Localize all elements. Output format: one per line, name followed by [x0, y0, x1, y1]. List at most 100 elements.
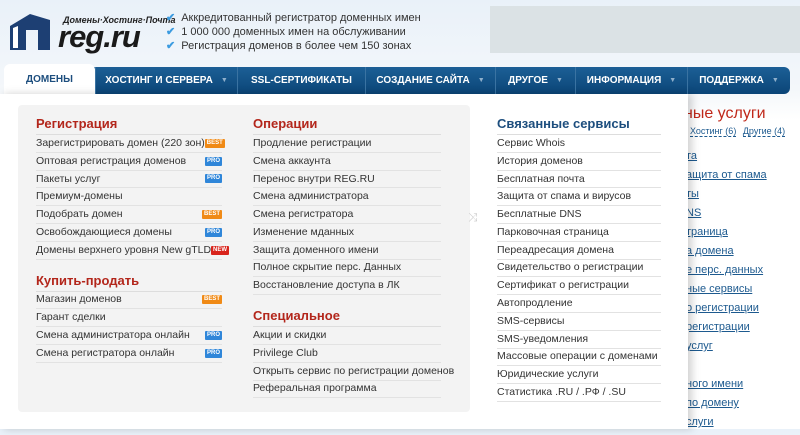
- badge-pro-icon: PRO: [204, 331, 222, 341]
- menu-item[interactable]: Открыть сервис по регистрации доменов: [253, 363, 454, 381]
- menu-item[interactable]: SMS-уведомления: [497, 331, 661, 349]
- background-link[interactable]: а домена: [686, 245, 767, 264]
- nav-tab-0[interactable]: ДОМЕНЫ: [4, 64, 95, 94]
- menu-item-label: Премиум-домены: [36, 190, 123, 203]
- nav-tab-5[interactable]: ИНФОРМАЦИЯ ▼: [575, 67, 687, 94]
- nav-tab-label: ДРУГОЕ: [508, 75, 548, 86]
- menu-item[interactable]: Изменение мданных: [253, 224, 441, 242]
- nav-tab-6[interactable]: ПОДДЕРЖКА ▼: [687, 67, 790, 94]
- menu-item[interactable]: Зарегистрировать домен (220 зон) BEST: [36, 135, 225, 153]
- menu-item[interactable]: Перенос внутри REG.RU: [253, 171, 441, 189]
- nav-tab-4[interactable]: ДРУГОЕ ▼: [495, 67, 575, 94]
- menu-item-label: Зарегистрировать домен (220 зон): [36, 136, 205, 149]
- feature-item: ✔ Аккредитованный регистратор доменных им…: [166, 12, 421, 24]
- check-icon: ✔: [166, 40, 176, 52]
- background-link[interactable]: ные сервисы: [686, 283, 767, 302]
- menu-item[interactable]: Защита от спама и вирусов: [497, 188, 661, 207]
- menu-item-label: Юридические услуги: [497, 368, 599, 381]
- menu-item[interactable]: Парковочная страница: [497, 224, 661, 242]
- chevron-down-icon: ▼: [771, 77, 779, 84]
- menu-item[interactable]: Смена администратора онлайн PRO: [36, 327, 222, 345]
- menu-item[interactable]: Privilege Club: [253, 345, 441, 363]
- menu-item[interactable]: Полное скрытие перс. Данных: [253, 260, 441, 278]
- menu-item[interactable]: Статистика .RU / .РФ / .SU: [497, 384, 661, 402]
- nav-tab-2[interactable]: SSL-СЕРТИФИКАТЫ: [237, 67, 365, 94]
- check-icon: ✔: [166, 26, 176, 38]
- background-link[interactable]: траница: [686, 226, 767, 245]
- menu-item[interactable]: История доменов: [497, 153, 661, 171]
- nav-tab-3[interactable]: СОЗДАНИЕ САЙТА ▼: [365, 67, 495, 94]
- nav-tab-1[interactable]: ХОСТИНГ И СЕРВЕРА ▼: [95, 67, 237, 94]
- menu-item-label: Смена регистратора онлайн: [36, 346, 175, 359]
- chevron-down-icon: ▼: [555, 77, 563, 84]
- menu-item[interactable]: Автопродление: [497, 295, 661, 313]
- operations-column: Операции Продление регистрации Смена акка…: [253, 115, 454, 399]
- shuffle-icon: ⤨: [468, 210, 478, 224]
- background-link[interactable]: та: [686, 150, 767, 169]
- menu-item[interactable]: Защита доменного имени: [253, 242, 441, 260]
- menu-item[interactable]: Освобождающиеся домены PRO: [36, 224, 222, 242]
- menu-item-label: Пакеты услуг: [36, 172, 101, 185]
- menu-item-label: Статистика .RU / .РФ / .SU: [497, 386, 626, 399]
- feature-item: ✔ 1 000 000 доменных имен на обслуживании: [166, 26, 406, 38]
- menu-item-label: Домены верхнего уровня New gTLD: [36, 243, 212, 256]
- menu-item[interactable]: Оптовая регистрация доменов PRO: [36, 153, 222, 171]
- menu-item[interactable]: Подобрать домен BEST: [36, 206, 222, 224]
- menu-item-label: Реферальная программа: [253, 382, 377, 395]
- menu-item-label: Защита доменного имени: [253, 243, 379, 256]
- background-link[interactable]: [686, 359, 767, 378]
- menu-item[interactable]: Смена регистратора онлайн PRO: [36, 345, 222, 363]
- related-column: Связанные сервисы Сервис Whois История до…: [497, 115, 661, 402]
- menu-item[interactable]: Смена регистратора: [253, 206, 441, 224]
- menu-item[interactable]: Переадресация домена: [497, 242, 661, 260]
- background-link[interactable]: ного имени: [686, 378, 767, 397]
- filter-hosting[interactable]: Хостинг (6): [690, 126, 737, 137]
- menu-item[interactable]: Домены верхнего уровня New gTLD NEW: [36, 242, 230, 260]
- menu-item[interactable]: Восстановление доступа в ЛК: [253, 277, 441, 296]
- menu-item-label: Продление регистрации: [253, 136, 372, 149]
- menu-item[interactable]: Свидетельство о регистрации: [497, 260, 661, 278]
- menu-item-label: Смена администратора онлайн: [36, 329, 190, 342]
- background-link[interactable]: о регистрации: [686, 302, 767, 321]
- menu-item[interactable]: Бесплатные DNS: [497, 206, 661, 224]
- menu-item-label: Парковочная страница: [497, 225, 609, 238]
- menu-item[interactable]: Реферальная программа: [253, 381, 441, 399]
- menu-item[interactable]: Продление регистрации: [253, 135, 441, 153]
- background-link[interactable]: ащита от спама: [686, 169, 767, 188]
- background-link[interactable]: услуг: [686, 340, 767, 359]
- menu-item[interactable]: Смена администратора: [253, 188, 441, 207]
- nav-tab-label: ХОСТИНГ И СЕРВЕРА: [105, 75, 213, 86]
- background-link[interactable]: по домену: [686, 397, 767, 416]
- background-link[interactable]: ты: [686, 188, 767, 207]
- background-link[interactable]: регистрации: [686, 321, 767, 340]
- menu-item-label: Свидетельство о регистрации: [497, 261, 644, 274]
- menu-item[interactable]: Премиум-домены: [36, 188, 222, 207]
- menu-item-label: Privilege Club: [253, 346, 318, 359]
- menu-item[interactable]: Смена аккаунта: [253, 153, 441, 171]
- badge-new-icon: NEW: [211, 245, 230, 255]
- menu-item[interactable]: Гарант сделки: [36, 309, 222, 328]
- menu-item[interactable]: Массовые операции с доменами: [497, 349, 661, 367]
- background-link[interactable]: слуги: [686, 416, 767, 435]
- menu-item[interactable]: Магазин доменов BEST: [36, 292, 222, 310]
- menu-item-label: SMS-сервисы: [497, 314, 565, 327]
- chevron-down-icon: ▼: [477, 77, 485, 84]
- menu-item[interactable]: Бесплатная почта: [497, 171, 661, 189]
- menu-item-label: Бесплатные DNS: [497, 208, 582, 221]
- background-link[interactable]: е перс. данных: [686, 264, 767, 283]
- logo[interactable]: Домены·Хостинг·Почта reg.ru: [8, 10, 175, 52]
- menu-item-label: Сертификат о регистрации: [497, 279, 629, 292]
- filter-other[interactable]: Другие (4): [742, 126, 786, 137]
- menu-item[interactable]: Сертификат о регистрации: [497, 277, 661, 296]
- menu-item[interactable]: Пакеты услуг PRO: [36, 171, 222, 189]
- menu-item[interactable]: Акции и скидки: [253, 327, 441, 345]
- menu-item-label: История доменов: [497, 154, 583, 167]
- menu-item-label: Подобрать домен: [36, 208, 123, 221]
- special-heading: Специальное: [253, 307, 441, 328]
- background-link[interactable]: NS: [686, 207, 767, 226]
- menu-item[interactable]: SMS-сервисы: [497, 313, 661, 331]
- menu-item[interactable]: Юридические услуги: [497, 366, 661, 385]
- nav-tab-label: ПОДДЕРЖКА: [699, 75, 764, 86]
- menu-item-label: Автопродление: [497, 297, 573, 310]
- menu-item[interactable]: Сервис Whois: [497, 135, 661, 153]
